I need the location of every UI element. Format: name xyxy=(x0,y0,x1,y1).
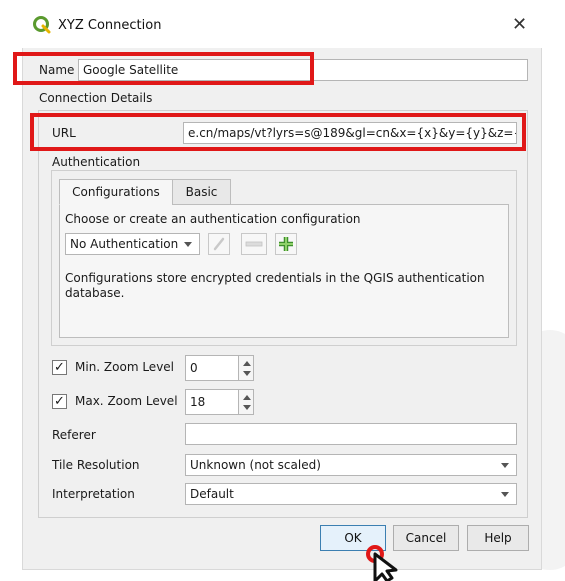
mouse-cursor-icon xyxy=(366,545,398,581)
connection-details-heading: Connection Details xyxy=(39,91,153,105)
url-highlight-box xyxy=(30,113,526,151)
authentication-heading: Authentication xyxy=(52,155,141,169)
chevron-down-icon xyxy=(501,463,509,468)
auth-info-text: Configurations store encrypted credentia… xyxy=(65,271,485,300)
spin-down-icon xyxy=(243,371,251,376)
window-title: XYZ Connection xyxy=(58,18,162,33)
referer-input[interactable] xyxy=(185,423,517,445)
edit-auth-button[interactable] xyxy=(208,233,230,255)
qgis-icon xyxy=(33,16,51,34)
tile-resolution-value: Unknown (not scaled) xyxy=(190,458,321,472)
tab-basic[interactable]: Basic xyxy=(172,179,231,205)
min-zoom-spinner[interactable] xyxy=(238,355,254,381)
tab-configurations[interactable]: Configurations xyxy=(59,179,173,205)
tile-resolution-select[interactable]: Unknown (not scaled) xyxy=(185,454,517,476)
interpretation-value: Default xyxy=(190,487,234,501)
spin-up-icon xyxy=(243,361,251,366)
remove-auth-button[interactable] xyxy=(241,233,267,255)
min-zoom-label: Min. Zoom Level xyxy=(75,360,175,374)
max-zoom-input[interactable]: 18 xyxy=(185,389,239,415)
add-auth-button[interactable] xyxy=(275,233,297,255)
max-zoom-label: Max. Zoom Level xyxy=(75,394,178,408)
spin-down-icon xyxy=(243,405,251,410)
help-button[interactable]: Help xyxy=(467,525,529,551)
plus-icon xyxy=(279,237,293,251)
auth-config-select[interactable]: No Authentication xyxy=(65,233,200,255)
minus-icon xyxy=(245,241,263,247)
auth-choose-text: Choose or create an authentication confi… xyxy=(65,212,361,226)
tile-resolution-label: Tile Resolution xyxy=(52,458,140,472)
max-zoom-checkbox[interactable]: ✓ xyxy=(52,394,67,409)
referer-label: Referer xyxy=(52,428,96,442)
close-icon[interactable]: ✕ xyxy=(512,16,527,34)
interpretation-select[interactable]: Default xyxy=(185,483,517,505)
chevron-down-icon xyxy=(184,242,192,247)
pencil-icon xyxy=(213,237,225,251)
min-zoom-input[interactable]: 0 xyxy=(185,355,239,381)
max-zoom-spinner[interactable] xyxy=(238,389,254,415)
min-zoom-checkbox[interactable]: ✓ xyxy=(52,360,67,375)
name-highlight-box xyxy=(13,52,314,85)
auth-config-value: No Authentication xyxy=(70,237,179,251)
interpretation-label: Interpretation xyxy=(52,487,135,501)
spin-up-icon xyxy=(243,395,251,400)
chevron-down-icon xyxy=(501,492,509,497)
